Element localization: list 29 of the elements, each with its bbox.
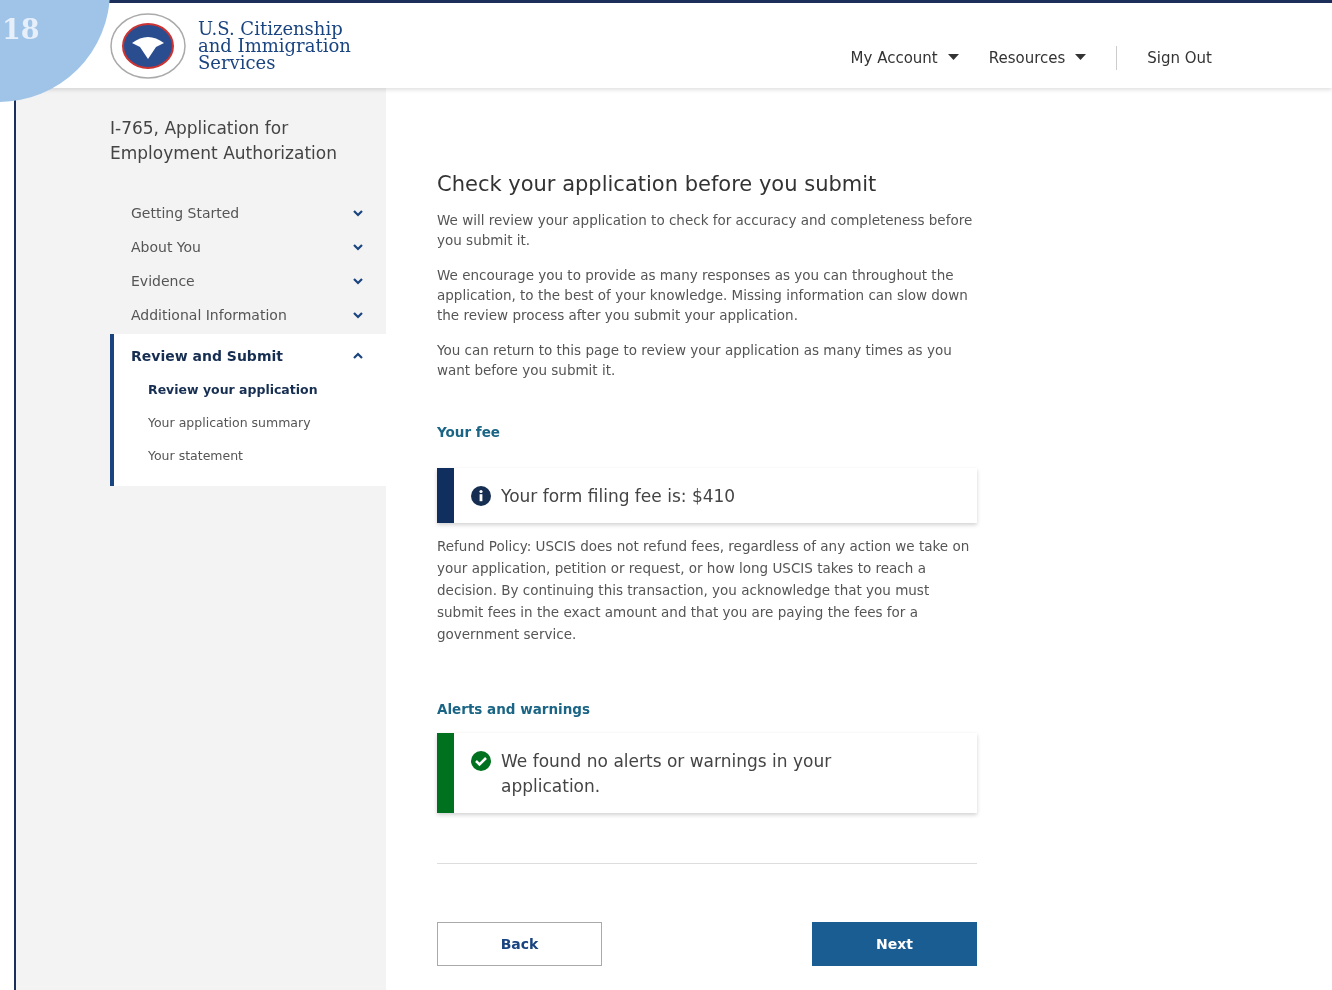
alert-text: Your form filing fee is: $410 bbox=[501, 485, 736, 508]
check-circle-icon bbox=[471, 751, 491, 771]
agency-name: U.S. Citizenship and Immigration Services bbox=[198, 20, 351, 71]
nav-menu[interactable]: My Account bbox=[850, 48, 959, 67]
page-number: 18 bbox=[2, 14, 40, 45]
paragraph: We will review your application to check for accuracy and completeness before you submit it. bbox=[437, 211, 974, 250]
caret-icon bbox=[947, 54, 959, 61]
alert-text: We found no alerts or warnings in your application. bbox=[501, 750, 833, 798]
paragraph: We encourage you to provide as many responses as you can throughout the application, to the best of your knowledge. Missing information can slow down the review process after you submit your application. bbox=[437, 266, 969, 325]
subsection-item[interactable]: Your statement bbox=[114, 439, 386, 472]
form-title: I-765, Application for Employment Authorization bbox=[110, 117, 338, 165]
paragraph: You can return to this page to review your application as many times as you want before you submit it. bbox=[437, 341, 953, 380]
section-heading: Alerts and warnings bbox=[437, 701, 591, 717]
back-button[interactable]: Back bbox=[437, 922, 602, 966]
section-item[interactable]: Getting Started bbox=[110, 196, 386, 230]
section-item[interactable]: Review and Submit bbox=[114, 334, 386, 373]
next-button[interactable]: Next bbox=[812, 922, 977, 966]
section-item[interactable]: Additional Information bbox=[110, 298, 386, 332]
paragraph: Refund Policy: USCIS does not refund fees, regardless of any action we take on your application, petition or request, or how long USCIS takes to reach a decision. By continuing this transaction, you acknowledge that you must submit fees in the exact amount and that you are paying the fees for a government service. bbox=[437, 537, 971, 644]
subsection-item[interactable]: Review your application bbox=[114, 373, 386, 406]
info-icon bbox=[471, 486, 491, 506]
subsection-item[interactable]: Your application summary bbox=[114, 406, 386, 439]
caret-icon bbox=[1075, 54, 1087, 61]
section-heading: Your fee bbox=[437, 424, 501, 440]
nav-menu[interactable]: Resources bbox=[988, 48, 1087, 67]
section-item[interactable]: About You bbox=[110, 230, 386, 264]
nav-link[interactable]: Sign Out bbox=[1147, 48, 1212, 67]
page-heading: Check your application before you submit bbox=[437, 172, 878, 196]
section-item[interactable]: Evidence bbox=[110, 264, 386, 298]
